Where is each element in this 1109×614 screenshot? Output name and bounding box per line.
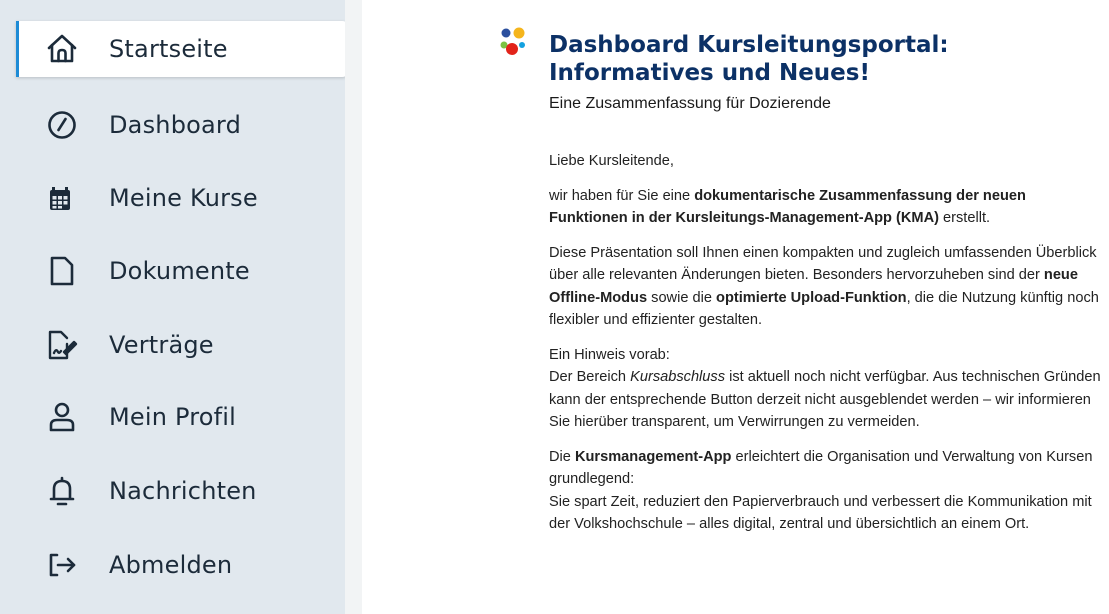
contract-icon: [46, 329, 78, 361]
sidebar-item-label: Abmelden: [109, 551, 233, 579]
sidebar-item-dokumente[interactable]: Dokumente: [16, 243, 350, 299]
sidebar: Startseite Dashboard Meine Kurse Dokumen…: [0, 0, 350, 614]
sidebar-item-label: Meine Kurse: [109, 184, 258, 212]
sidebar-item-label: Startseite: [109, 35, 228, 63]
sidebar-item-mein-profil[interactable]: Mein Profil: [16, 389, 350, 445]
main-content: Dashboard Kursleitungsportal: Informativ…: [362, 0, 1109, 614]
gauge-icon: [46, 109, 78, 141]
sidebar-item-label: Dashboard: [109, 111, 242, 139]
sidebar-item-nachrichten[interactable]: Nachrichten: [16, 463, 350, 519]
paragraph-presentation: Diese Präsentation soll Ihnen einen komp…: [549, 244, 1099, 329]
sidebar-item-meine-kurse[interactable]: Meine Kurse: [16, 170, 350, 226]
page-title: Dashboard Kursleitungsportal: Informativ…: [549, 32, 949, 86]
article-body: Liebe Kursleitende, wir haben für Sie ei…: [549, 150, 1104, 548]
greeting: Liebe Kursleitende,: [549, 153, 674, 169]
calendar-icon: [46, 182, 78, 214]
paragraph-notice: Ein Hinweis vorab: Der Bereich Kursabschl…: [549, 346, 1101, 431]
page-subtitle: Eine Zusammenfassung für Dozierende: [549, 95, 831, 112]
bell-icon: [46, 475, 78, 507]
sidebar-item-label: Nachrichten: [109, 477, 257, 505]
paragraph-intro: wir haben für Sie eine dokumentarische Z…: [549, 187, 1026, 227]
sidebar-item-label: Verträge: [109, 331, 214, 359]
sidebar-divider: [345, 0, 362, 614]
home-icon: [46, 33, 78, 65]
vhs-logo-icon: [497, 26, 529, 58]
sidebar-item-label: Mein Profil: [109, 403, 237, 431]
sidebar-item-startseite[interactable]: Startseite: [16, 21, 350, 77]
profile-icon: [46, 401, 78, 433]
sidebar-item-label: Dokumente: [109, 257, 250, 285]
sidebar-item-vertraege[interactable]: Verträge: [16, 317, 350, 373]
sidebar-item-dashboard[interactable]: Dashboard: [16, 97, 350, 153]
logout-icon: [46, 549, 78, 581]
sidebar-item-abmelden[interactable]: Abmelden: [16, 537, 350, 593]
document-icon: [46, 255, 78, 287]
paragraph-app: Die Kursmanagement-App erleichtert die O…: [549, 448, 1093, 533]
